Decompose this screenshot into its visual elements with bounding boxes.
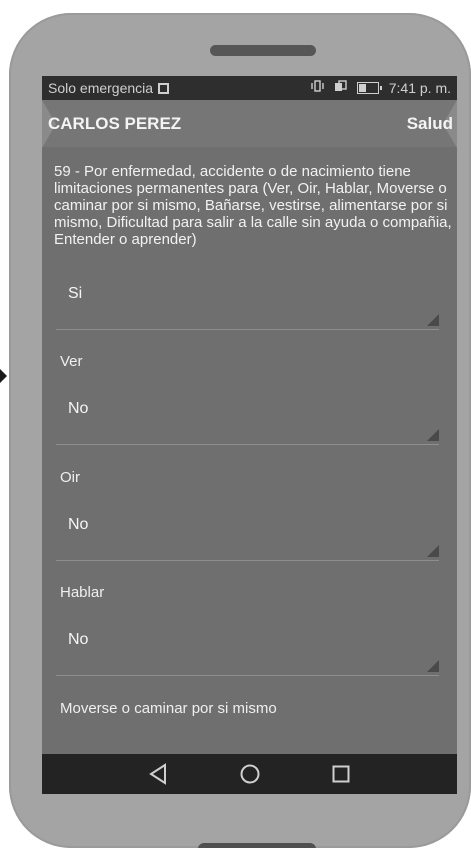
dropdown-corner-icon — [427, 429, 439, 441]
select-hablar[interactable]: No — [56, 623, 439, 676]
label-ver: Ver — [60, 353, 83, 370]
select-oir[interactable]: No — [56, 508, 439, 561]
label-moverse: Moverse o caminar por si mismo — [60, 700, 277, 717]
dropdown-corner-icon — [427, 314, 439, 326]
select-ver[interactable]: No — [56, 392, 439, 445]
dropdown-corner-icon — [427, 660, 439, 672]
recents-button[interactable] — [321, 754, 361, 794]
select-limitations[interactable]: Si — [56, 277, 439, 330]
carrier-text: Solo emergencia — [48, 80, 154, 96]
status-right: 7:41 p. m. — [311, 76, 451, 100]
select-value: No — [68, 400, 89, 417]
status-bar: Solo emergencia 7:41 p. m. — [42, 76, 457, 100]
app-title: CARLOS PEREZ — [48, 114, 182, 133]
status-time: 7:41 p. m. — [388, 80, 451, 96]
select-value: No — [68, 516, 89, 533]
phone-speaker — [210, 45, 316, 56]
select-value: Si — [68, 285, 83, 302]
screen-rotate-icon — [334, 76, 347, 100]
recents-icon — [332, 765, 350, 783]
app-action-salud[interactable]: Salud — [407, 100, 453, 147]
vibrate-icon — [311, 76, 324, 100]
label-hablar: Hablar — [60, 584, 105, 601]
question-text: 59 - Por enfermedad, accidente o de naci… — [54, 163, 452, 248]
back-icon — [149, 763, 166, 785]
stage: Solo emergencia 7:41 p. m. CARLOS PEREZ … — [0, 0, 471, 848]
side-pointer-arrow — [0, 369, 7, 383]
label-oir: Oir — [60, 469, 80, 486]
back-button[interactable] — [138, 754, 178, 794]
nav-bar — [42, 754, 457, 794]
dropdown-corner-icon — [427, 545, 439, 557]
phone-home-slot — [198, 843, 316, 848]
app-bar: CARLOS PEREZ Salud — [42, 100, 457, 148]
phone-screen: Solo emergencia 7:41 p. m. CARLOS PEREZ … — [42, 76, 457, 794]
home-icon — [240, 764, 260, 784]
select-value: No — [68, 631, 89, 648]
status-left: Solo emergencia — [48, 76, 170, 100]
home-button[interactable] — [230, 754, 270, 794]
sim-icon — [158, 83, 170, 94]
battery-icon — [356, 82, 382, 94]
form-content: 59 - Por enfermedad, accidente o de naci… — [42, 147, 457, 754]
